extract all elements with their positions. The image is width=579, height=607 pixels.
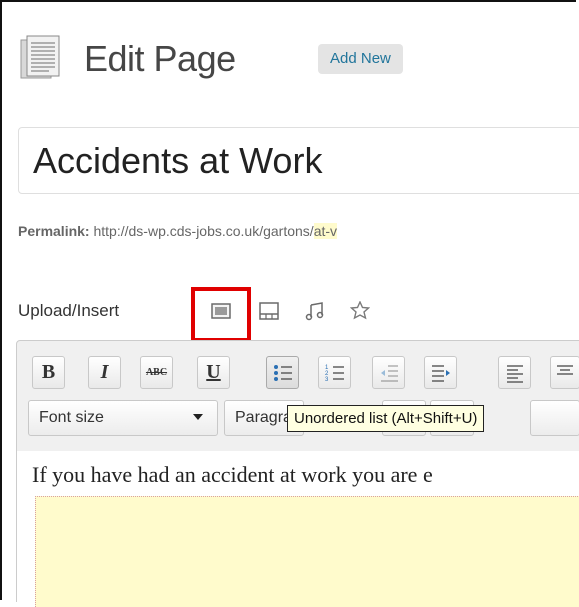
unordered-list-icon xyxy=(273,364,292,381)
editor-content-text[interactable]: If you have had an accident at work you … xyxy=(32,462,433,488)
title-input-value: Accidents at Work xyxy=(33,140,323,181)
align-left-button[interactable] xyxy=(498,356,531,389)
strikethrough-button[interactable]: ABC xyxy=(140,356,173,389)
outdent-button[interactable] xyxy=(372,356,405,389)
align-center-button[interactable] xyxy=(550,356,579,389)
ordered-list-icon: 123 xyxy=(325,365,344,383)
permalink-slug[interactable]: at-v xyxy=(313,223,338,239)
underline-button[interactable]: U xyxy=(197,356,230,389)
align-center-icon xyxy=(557,364,573,375)
add-media-icon[interactable] xyxy=(350,301,370,321)
add-audio-icon[interactable] xyxy=(305,301,325,321)
page-title: Edit Page xyxy=(84,38,236,79)
add-new-button[interactable]: Add New xyxy=(318,44,403,74)
tooltip: Unordered list (Alt+Shift+U) xyxy=(287,405,485,432)
bold-button[interactable]: B xyxy=(32,356,65,389)
permalink-label: Permalink: xyxy=(18,223,90,239)
italic-button-label: I xyxy=(100,361,109,383)
unordered-list-button[interactable] xyxy=(266,356,299,389)
outdent-icon xyxy=(380,364,398,382)
title-input[interactable]: Accidents at Work xyxy=(18,127,579,194)
font-size-select-value: Font size xyxy=(39,409,104,426)
align-left-icon xyxy=(506,364,523,383)
ordered-list-button[interactable]: 123 xyxy=(318,356,351,389)
svg-text:3: 3 xyxy=(325,377,329,383)
pages-icon xyxy=(20,35,60,79)
strikethrough-button-label: ABC xyxy=(145,367,168,378)
chevron-down-icon[interactable] xyxy=(193,414,203,420)
add-video-icon[interactable] xyxy=(259,301,279,321)
underline-button-label: U xyxy=(206,361,221,383)
font-size-select[interactable]: Font size xyxy=(28,400,218,436)
upload-insert-label: Upload/Insert xyxy=(18,301,120,320)
indent-icon xyxy=(431,364,450,382)
permalink-row: Permalink: http://ds-wp.cds-jobs.co.uk/g… xyxy=(18,223,338,239)
italic-button[interactable]: I xyxy=(88,356,121,389)
permalink-url[interactable]: http://ds-wp.cds-jobs.co.uk/gartons/ xyxy=(93,223,313,239)
highlight-annotation-box xyxy=(191,287,251,342)
indent-button[interactable] xyxy=(424,356,457,389)
toolbar-button-hidden-3[interactable] xyxy=(530,400,579,436)
bold-button-label: B xyxy=(41,361,56,383)
editor-highlighted-block[interactable] xyxy=(35,496,579,607)
